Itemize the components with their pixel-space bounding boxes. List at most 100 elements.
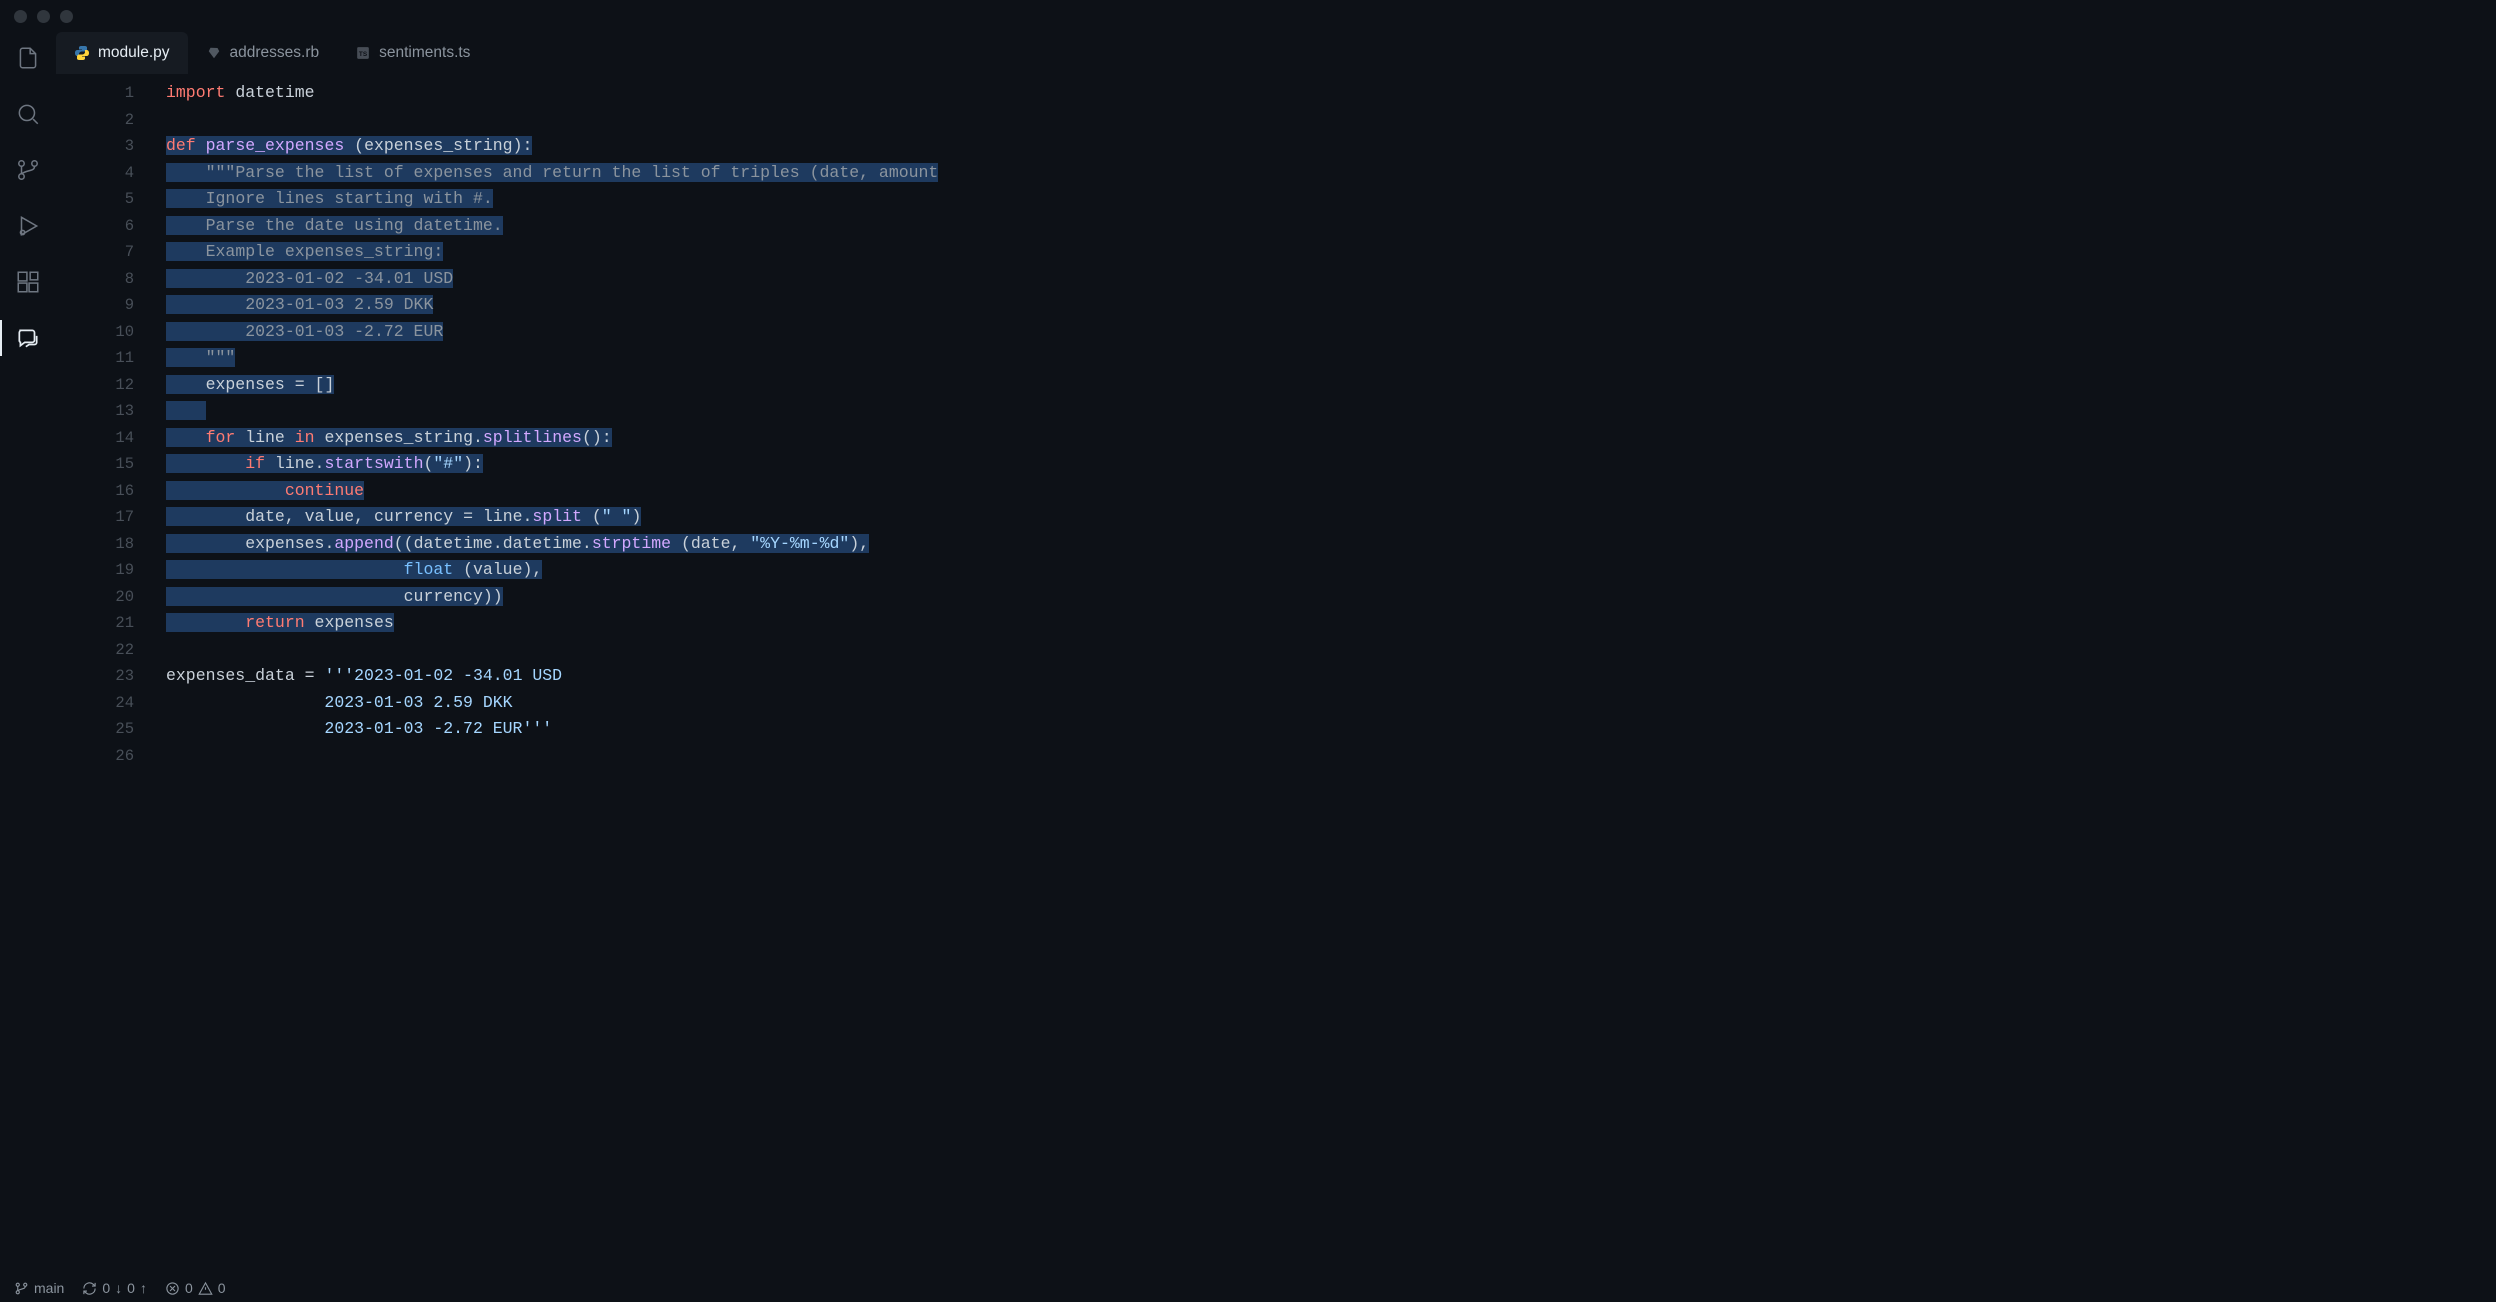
code-line[interactable] bbox=[166, 743, 2496, 770]
code-line[interactable]: Ignore lines starting with #. bbox=[166, 186, 2496, 213]
code-line[interactable]: 2023-01-03 2.59 DKK bbox=[166, 690, 2496, 717]
code-line[interactable]: currency)) bbox=[166, 584, 2496, 611]
sync-down-count: 0 bbox=[102, 1280, 110, 1296]
line-number: 23 bbox=[56, 663, 134, 690]
line-number: 19 bbox=[56, 557, 134, 584]
line-number: 13 bbox=[56, 398, 134, 425]
line-number: 25 bbox=[56, 716, 134, 743]
code-line[interactable]: if line.startswith("#"): bbox=[166, 451, 2496, 478]
line-number: 16 bbox=[56, 478, 134, 505]
arrow-up-icon: ↑ bbox=[140, 1280, 147, 1296]
code-line[interactable]: 2023-01-02 -34.01 USD bbox=[166, 266, 2496, 293]
branch-name: main bbox=[34, 1280, 64, 1296]
tab-label: addresses.rb bbox=[230, 44, 320, 62]
code-line[interactable]: def parse_expenses (expenses_string): bbox=[166, 133, 2496, 160]
svg-text:TS: TS bbox=[359, 51, 368, 58]
warning-count: 0 bbox=[218, 1280, 226, 1296]
code-line[interactable] bbox=[166, 107, 2496, 134]
tab-addresses-rb[interactable]: addresses.rb bbox=[188, 32, 338, 74]
line-number: 18 bbox=[56, 531, 134, 558]
code-line[interactable]: 2023-01-03 2.59 DKK bbox=[166, 292, 2496, 319]
status-sync[interactable]: 0 ↓ 0 ↑ bbox=[82, 1280, 147, 1296]
editor-area: module.pyaddresses.rbTSsentiments.ts 123… bbox=[56, 32, 2496, 1274]
activity-source-control[interactable] bbox=[14, 156, 42, 184]
line-number: 6 bbox=[56, 213, 134, 240]
code-line[interactable]: """Parse the list of expenses and return… bbox=[166, 160, 2496, 187]
search-icon bbox=[15, 101, 41, 127]
code-line[interactable]: float (value), bbox=[166, 557, 2496, 584]
code-line[interactable]: expenses = [] bbox=[166, 372, 2496, 399]
code-editor[interactable]: 1234567891011121314151617181920212223242… bbox=[56, 74, 2496, 1274]
code-line[interactable] bbox=[166, 398, 2496, 425]
code-line[interactable]: Example expenses_string: bbox=[166, 239, 2496, 266]
status-branch[interactable]: main bbox=[14, 1280, 64, 1296]
tab-sentiments-ts[interactable]: TS sentiments.ts bbox=[337, 32, 488, 74]
sync-up-count: 0 bbox=[127, 1280, 135, 1296]
line-number: 15 bbox=[56, 451, 134, 478]
chat-icon bbox=[15, 325, 41, 351]
code-line[interactable]: return expenses bbox=[166, 610, 2496, 637]
line-number: 2 bbox=[56, 107, 134, 134]
status-problems[interactable]: 0 0 bbox=[165, 1280, 226, 1296]
line-number: 14 bbox=[56, 425, 134, 452]
activity-extensions[interactable] bbox=[14, 268, 42, 296]
status-bar: main 0 ↓ 0 ↑ 0 0 bbox=[0, 1274, 2496, 1302]
line-number: 12 bbox=[56, 372, 134, 399]
code-line[interactable]: Parse the date using datetime. bbox=[166, 213, 2496, 240]
close-traffic-light[interactable] bbox=[14, 10, 27, 23]
files-icon bbox=[15, 45, 41, 71]
python-icon bbox=[74, 45, 90, 61]
line-gutter: 1234567891011121314151617181920212223242… bbox=[56, 80, 166, 1274]
window-titlebar bbox=[0, 0, 2496, 32]
code-line[interactable]: 2023-01-03 -2.72 EUR''' bbox=[166, 716, 2496, 743]
line-number: 17 bbox=[56, 504, 134, 531]
code-line[interactable]: 2023-01-03 -2.72 EUR bbox=[166, 319, 2496, 346]
code-line[interactable]: date, value, currency = line.split (" ") bbox=[166, 504, 2496, 531]
code-line[interactable]: """ bbox=[166, 345, 2496, 372]
tab-label: sentiments.ts bbox=[379, 44, 470, 62]
line-number: 24 bbox=[56, 690, 134, 717]
code-line[interactable]: for line in expenses_string.splitlines()… bbox=[166, 425, 2496, 452]
zoom-traffic-light[interactable] bbox=[60, 10, 73, 23]
typescript-icon: TS bbox=[355, 45, 371, 61]
sync-icon bbox=[82, 1281, 97, 1296]
arrow-down-icon: ↓ bbox=[115, 1280, 122, 1296]
activity-files[interactable] bbox=[14, 44, 42, 72]
line-number: 10 bbox=[56, 319, 134, 346]
code-line[interactable]: continue bbox=[166, 478, 2496, 505]
code-content[interactable]: import datetime def parse_expenses (expen… bbox=[166, 80, 2496, 1274]
activity-bar bbox=[0, 32, 56, 1274]
extensions-icon bbox=[15, 269, 41, 295]
warning-icon bbox=[198, 1281, 213, 1296]
tab-bar: module.py addresses.rb TS sentiments.ts bbox=[56, 32, 2496, 74]
activity-search[interactable] bbox=[14, 100, 42, 128]
line-number: 8 bbox=[56, 266, 134, 293]
minimize-traffic-light[interactable] bbox=[37, 10, 50, 23]
line-number: 22 bbox=[56, 637, 134, 664]
line-number: 5 bbox=[56, 186, 134, 213]
tab-module-py[interactable]: module.py bbox=[56, 32, 188, 74]
line-number: 20 bbox=[56, 584, 134, 611]
code-line[interactable]: import datetime bbox=[166, 80, 2496, 107]
line-number: 21 bbox=[56, 610, 134, 637]
line-number: 9 bbox=[56, 292, 134, 319]
line-number: 3 bbox=[56, 133, 134, 160]
line-number: 7 bbox=[56, 239, 134, 266]
ruby-icon bbox=[206, 45, 222, 61]
code-line[interactable]: expenses_data = '''2023-01-02 -34.01 USD bbox=[166, 663, 2496, 690]
error-icon bbox=[165, 1281, 180, 1296]
play-icon bbox=[15, 213, 41, 239]
code-line[interactable]: expenses.append((datetime.datetime.strpt… bbox=[166, 531, 2496, 558]
activity-debug[interactable] bbox=[14, 212, 42, 240]
line-number: 4 bbox=[56, 160, 134, 187]
line-number: 26 bbox=[56, 743, 134, 770]
git-branch-icon bbox=[15, 157, 41, 183]
line-number: 11 bbox=[56, 345, 134, 372]
activity-chat[interactable] bbox=[14, 324, 42, 352]
main-area: module.pyaddresses.rbTSsentiments.ts 123… bbox=[0, 32, 2496, 1274]
branch-icon bbox=[14, 1281, 29, 1296]
tab-label: module.py bbox=[98, 44, 170, 62]
line-number: 1 bbox=[56, 80, 134, 107]
error-count: 0 bbox=[185, 1280, 193, 1296]
code-line[interactable] bbox=[166, 637, 2496, 664]
